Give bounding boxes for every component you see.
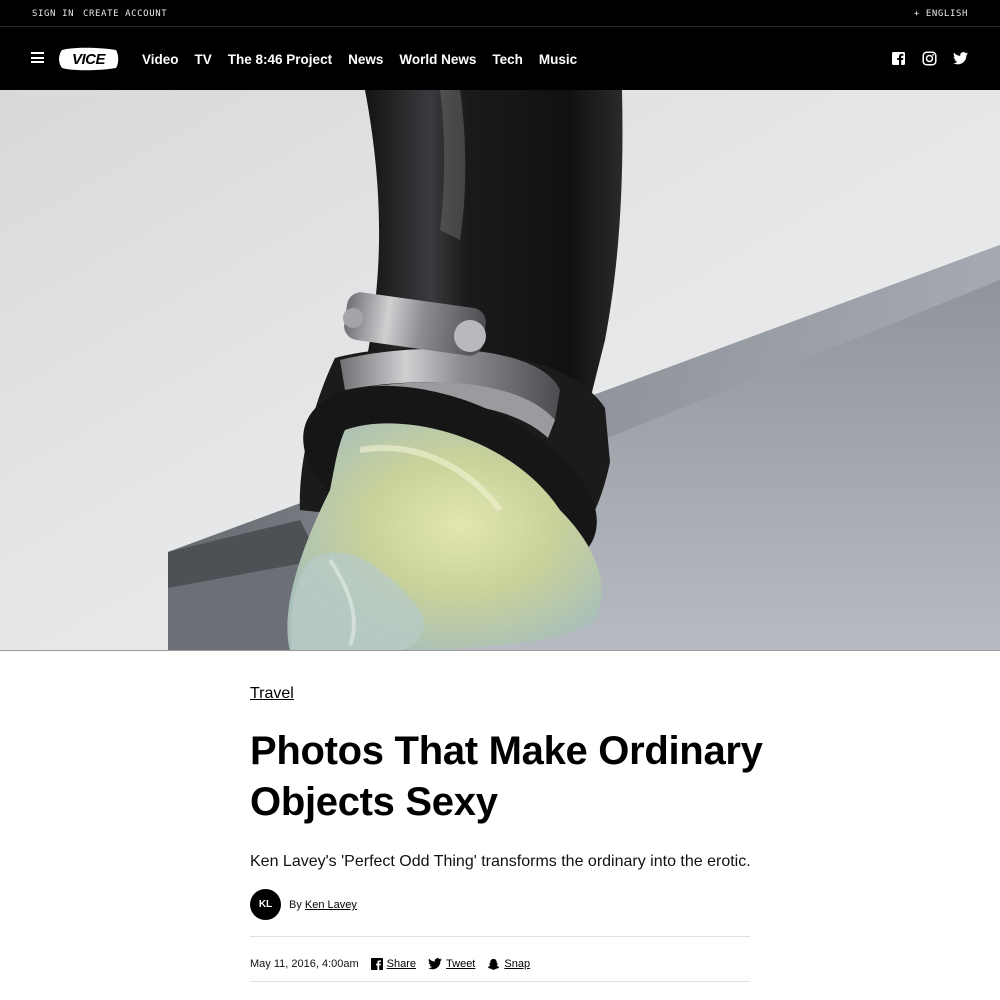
nav-item-video[interactable]: Video	[142, 52, 179, 67]
article-meta: May 11, 2016, 4:00am Share Tweet Snap	[250, 956, 542, 972]
snapchat-share-button[interactable]: Snap	[487, 958, 530, 971]
nav-item-music[interactable]: Music	[539, 52, 577, 67]
hero-image	[0, 90, 1000, 651]
instagram-icon[interactable]	[922, 51, 937, 66]
article-dek: Ken Lavey's 'Perfect Odd Thing' transfor…	[250, 853, 751, 870]
author-link[interactable]: Ken Lavey	[305, 899, 357, 911]
vice-logo[interactable]: VICE	[58, 47, 119, 71]
divider	[250, 936, 750, 937]
snap-label: Snap	[504, 958, 531, 970]
hero-photo-icon	[0, 90, 1000, 650]
share-label: Share	[386, 958, 417, 970]
tweet-label: Tweet	[446, 958, 476, 970]
hamburger-menu-icon[interactable]	[31, 52, 44, 63]
nav-item-tv[interactable]: TV	[195, 52, 212, 67]
twitter-icon[interactable]	[953, 51, 968, 66]
sign-in-link[interactable]: SIGN IN	[32, 9, 74, 19]
article-headline: Photos That Make Ordinary Objects Sexy	[250, 729, 763, 824]
primary-nav-links: Video TV The 8:46 Project News World New…	[142, 52, 593, 67]
nav-item-846-project[interactable]: The 8:46 Project	[228, 52, 332, 67]
byline-prefix: By	[289, 899, 302, 911]
author-avatar[interactable]: KL	[250, 889, 281, 920]
facebook-icon	[370, 958, 383, 970]
divider	[250, 981, 750, 982]
facebook-icon[interactable]	[891, 51, 906, 66]
category-link[interactable]: Travel	[250, 685, 294, 703]
twitter-share-button[interactable]: Tweet	[428, 958, 475, 970]
create-account-link[interactable]: CREATE ACCOUNT	[83, 9, 167, 19]
language-selector[interactable]: + ENGLISH	[914, 9, 968, 19]
publish-date: May 11, 2016, 4:00am	[250, 958, 359, 970]
nav-item-tech[interactable]: Tech	[492, 52, 523, 67]
svg-text:VICE: VICE	[72, 51, 107, 68]
byline: By Ken Lavey	[289, 899, 357, 911]
main-nav: VICE Video TV The 8:46 Project News Worl…	[0, 27, 1000, 90]
snapchat-icon	[488, 958, 500, 970]
facebook-share-button[interactable]: Share	[370, 958, 417, 970]
nav-item-world-news[interactable]: World News	[399, 52, 476, 67]
nav-item-news[interactable]: News	[348, 52, 383, 67]
twitter-icon	[428, 958, 442, 970]
utility-bar: SIGN IN CREATE ACCOUNT + ENGLISH	[0, 0, 1000, 27]
